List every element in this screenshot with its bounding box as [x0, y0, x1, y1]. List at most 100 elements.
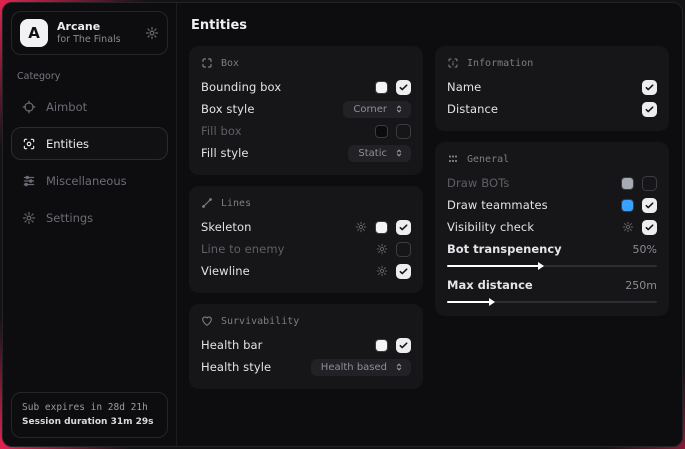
chevron-up-down-icon [394, 104, 404, 114]
sidebar-item-aimbot[interactable]: Aimbot [11, 90, 168, 123]
setting-label: Viewline [201, 264, 376, 278]
session-duration-text: Session duration 31m 29s [22, 416, 157, 430]
sidebar-item-entities[interactable]: Entities [11, 127, 168, 160]
section-title: General [467, 154, 509, 165]
section-survivability: Survivability Health bar Health style [189, 304, 423, 389]
setting-label: Visibility check [447, 220, 622, 234]
section-box: Box Bounding box Box style [189, 46, 423, 175]
visibility-options-gear-icon[interactable] [622, 221, 634, 233]
setting-row-fill-box: Fill box [201, 120, 411, 142]
max-distance-slider-group: Max distance 250m [447, 276, 657, 303]
setting-row-fill-style: Fill style Static [201, 142, 411, 164]
sidebar-item-label: Miscellaneous [46, 174, 127, 188]
setting-row-viewline: Viewline [201, 260, 411, 282]
chevron-up-down-icon [394, 362, 404, 372]
color-swatch[interactable] [621, 199, 634, 212]
checkbox[interactable] [642, 102, 657, 117]
checkbox[interactable] [642, 176, 657, 191]
color-swatch[interactable] [375, 221, 388, 234]
line-icon [201, 197, 213, 209]
checkbox[interactable] [396, 80, 411, 95]
section-title: Survivability [221, 316, 299, 327]
section-title: Box [221, 58, 239, 69]
color-swatch[interactable] [375, 81, 388, 94]
setting-label: Health bar [201, 338, 375, 352]
setting-label: Name [447, 80, 642, 94]
bot-transparency-slider[interactable] [447, 265, 657, 267]
line-to-enemy-options-gear-icon[interactable] [376, 243, 388, 255]
color-swatch[interactable] [375, 339, 388, 352]
sidebar-item-label: Entities [46, 137, 89, 151]
sub-expires-text: Sub expires in 28d 21h [22, 401, 157, 415]
slider-label: Max distance [447, 278, 625, 292]
setting-label: Line to enemy [201, 242, 376, 256]
setting-label: Skeleton [201, 220, 355, 234]
checkbox[interactable] [396, 242, 411, 257]
setting-row-visibility-check: Visibility check [447, 216, 657, 238]
section-title: Lines [221, 198, 251, 209]
setting-row-health-style: Health style Health based [201, 356, 411, 378]
slider-fill[interactable] [447, 265, 542, 267]
color-swatch[interactable] [375, 125, 388, 138]
brand-card: A Arcane for The Finals [11, 11, 168, 55]
grid-icon [447, 153, 459, 165]
app-subtitle: for The Finals [57, 34, 136, 46]
dropdown-value: Corner [353, 104, 387, 115]
setting-label: Fill box [201, 124, 375, 138]
setting-row-skeleton: Skeleton [201, 216, 411, 238]
setting-row-draw-teammates: Draw teammates [447, 194, 657, 216]
scan-icon [22, 137, 36, 151]
sidebar: A Arcane for The Finals Category Aimbot … [3, 3, 177, 446]
box-style-dropdown[interactable]: Corner [343, 101, 411, 118]
session-info-card: Sub expires in 28d 21h Session duration … [11, 392, 168, 438]
checkbox[interactable] [396, 264, 411, 279]
color-swatch[interactable] [621, 177, 634, 190]
section-lines: Lines Skeleton Line to enem [189, 186, 423, 293]
app-window: A Arcane for The Finals Category Aimbot … [2, 2, 683, 447]
sidebar-item-label: Settings [46, 211, 93, 225]
checkbox[interactable] [396, 124, 411, 139]
section-information: Information Name Distance [435, 46, 669, 131]
section-general: General Draw BOTs Draw teammates [435, 142, 669, 316]
health-style-dropdown[interactable]: Health based [311, 359, 411, 376]
category-label: Category [17, 71, 162, 82]
fill-style-dropdown[interactable]: Static [348, 145, 411, 162]
bot-transparency-slider-group: Bot transpenency 50% [447, 240, 657, 267]
checkbox[interactable] [642, 80, 657, 95]
checkbox[interactable] [396, 338, 411, 353]
dropdown-value: Static [358, 148, 387, 159]
skeleton-options-gear-icon[interactable] [355, 221, 367, 233]
setting-label: Draw teammates [447, 198, 621, 212]
setting-label: Health style [201, 360, 311, 374]
checkbox[interactable] [396, 220, 411, 235]
box-corners-icon [201, 57, 213, 69]
checkbox[interactable] [642, 198, 657, 213]
viewline-options-gear-icon[interactable] [376, 265, 388, 277]
setting-label: Bounding box [201, 80, 375, 94]
setting-label: Distance [447, 102, 642, 116]
sidebar-nav: Aimbot Entities Miscellaneous Settings [11, 90, 168, 234]
setting-label: Draw BOTs [447, 176, 621, 190]
max-distance-slider[interactable] [447, 301, 657, 303]
checkbox[interactable] [642, 220, 657, 235]
heart-icon [201, 315, 213, 327]
brand-settings-icon[interactable] [145, 26, 159, 40]
sidebar-item-settings[interactable]: Settings [11, 201, 168, 234]
setting-row-bounding-box: Bounding box [201, 76, 411, 98]
slider-value: 250m [625, 279, 657, 292]
slider-label: Bot transpenency [447, 242, 633, 256]
slider-fill[interactable] [447, 301, 493, 303]
setting-row-line-to-enemy: Line to enemy [201, 238, 411, 260]
crosshair-icon [22, 100, 36, 114]
chevron-up-down-icon [394, 148, 404, 158]
page-title: Entities [191, 18, 669, 33]
gear-icon [22, 211, 36, 225]
app-name: Arcane [57, 20, 136, 34]
sliders-icon [22, 174, 36, 188]
section-title: Information [467, 58, 533, 69]
setting-row-health-bar: Health bar [201, 334, 411, 356]
sidebar-item-miscellaneous[interactable]: Miscellaneous [11, 164, 168, 197]
setting-row-name: Name [447, 76, 657, 98]
info-icon [447, 57, 459, 69]
setting-row-box-style: Box style Corner [201, 98, 411, 120]
